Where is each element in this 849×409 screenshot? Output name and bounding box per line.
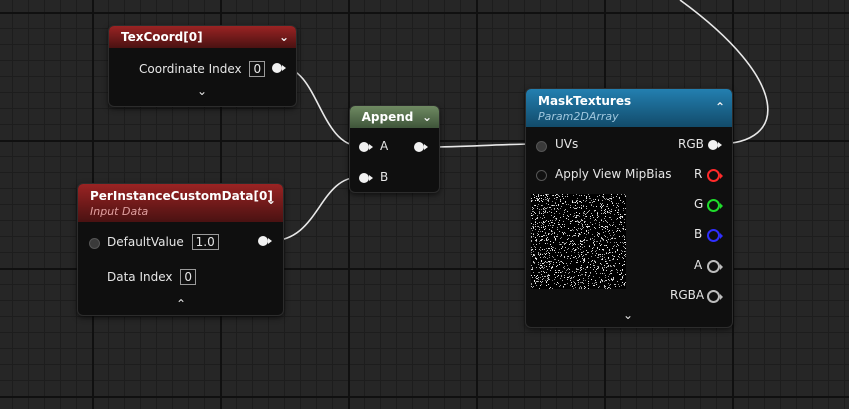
uvs-label: UVs — [555, 137, 579, 151]
node-subtitle: Input Data — [90, 205, 149, 218]
texcoord-output-pin[interactable] — [272, 63, 286, 73]
rgb-output-label: RGB — [678, 137, 704, 151]
chevron-down-icon[interactable]: ⌄ — [422, 106, 432, 128]
rgba-output-pin[interactable] — [707, 290, 723, 303]
chevron-up-icon[interactable]: ⌃ — [715, 99, 725, 115]
chevron-down-icon[interactable]: ⌄ — [266, 192, 276, 208]
append-input-b-label: B — [380, 170, 389, 184]
per-instance-header[interactable]: PerInstanceCustomData[0] Input Data ⌄ — [78, 184, 283, 222]
g-output-label: G — [694, 197, 704, 211]
a-output-pin[interactable] — [707, 260, 723, 273]
wire-append-to-uvs — [426, 143, 541, 148]
append-input-a-pin[interactable] — [359, 142, 373, 152]
rgba-output-label: RGBA — [670, 288, 705, 302]
per-instance-output-pin[interactable] — [258, 236, 272, 246]
g-output-pin[interactable] — [707, 199, 723, 212]
node-title: TexCoord[0] — [121, 30, 203, 44]
append-input-b-pin[interactable] — [359, 173, 373, 183]
default-value-label: DefaultValue — [107, 235, 184, 249]
append-output-pin[interactable] — [414, 142, 428, 152]
append-input-a-label: A — [380, 139, 389, 153]
b-output-label: B — [694, 227, 703, 241]
rgb-output-pin[interactable] — [708, 140, 722, 150]
chevron-down-icon[interactable]: ⌄ — [279, 26, 289, 48]
r-output-pin[interactable] — [707, 169, 723, 182]
apply-view-mipbias-label: Apply View MipBias — [555, 167, 672, 181]
chevron-up-icon[interactable]: ⌃ — [176, 297, 186, 311]
apply-view-mipbias-pin[interactable] — [536, 170, 547, 181]
b-output-pin[interactable] — [707, 229, 723, 242]
node-subtitle: Param2DArray — [538, 110, 619, 123]
default-value-field[interactable]: 1.0 — [191, 234, 219, 250]
r-output-label: R — [694, 167, 703, 181]
coordinate-index-field[interactable]: 0 — [249, 61, 266, 77]
uvs-input-pin[interactable] — [536, 141, 547, 152]
per-instance-custom-data-node[interactable]: PerInstanceCustomData[0] Input Data ⌄ De… — [77, 183, 284, 316]
coordinate-index-row: Coordinate Index 0 — [139, 61, 266, 77]
append-node[interactable]: Append ⌄ A B — [349, 105, 440, 193]
node-title: PerInstanceCustomData[0] — [90, 189, 273, 203]
mask-textures-header[interactable]: MaskTextures Param2DArray ⌃ — [526, 89, 732, 127]
a-output-label: A — [694, 258, 703, 272]
data-index-label: Data Index — [107, 270, 173, 284]
data-index-field[interactable]: 0 — [180, 269, 196, 285]
chevron-down-icon[interactable]: ⌄ — [623, 308, 633, 322]
coordinate-index-label: Coordinate Index — [139, 62, 242, 76]
texcoord-node[interactable]: TexCoord[0] ⌄ Coordinate Index 0 ⌄ — [108, 25, 297, 107]
data-index-row: Data Index 0 — [107, 269, 196, 285]
default-value-input-pin[interactable] — [89, 238, 100, 249]
texture-preview-thumbnail — [531, 194, 626, 289]
chevron-down-icon[interactable]: ⌄ — [197, 84, 207, 98]
mask-textures-node[interactable]: MaskTextures Param2DArray ⌃ UVs Apply Vi… — [525, 88, 733, 328]
default-value-row: DefaultValue 1.0 — [107, 234, 219, 250]
node-title: MaskTextures — [538, 94, 632, 108]
texcoord-header[interactable]: TexCoord[0] ⌄ — [109, 26, 296, 48]
append-header[interactable]: Append ⌄ — [350, 106, 439, 128]
node-title: Append — [361, 110, 414, 124]
